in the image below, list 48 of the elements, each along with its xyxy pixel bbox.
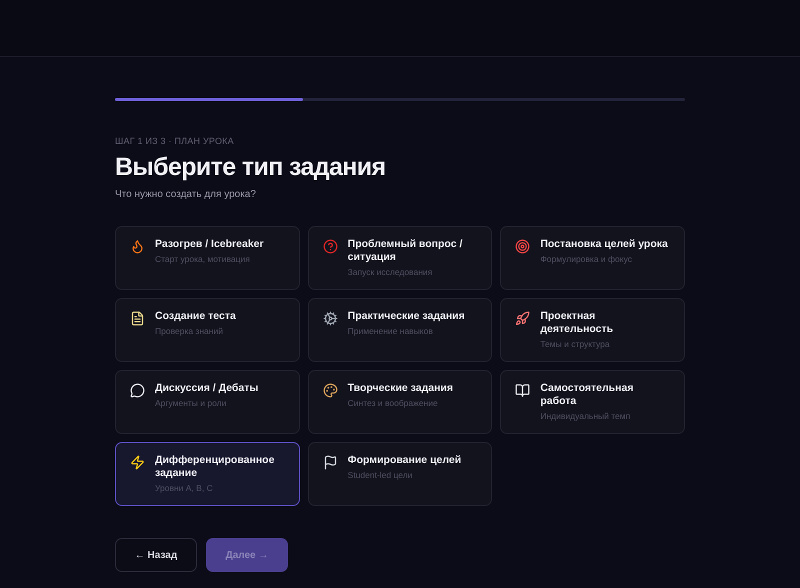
- card-title: Создание теста: [155, 310, 236, 323]
- card-title: Постановка целей урока: [540, 238, 668, 251]
- task-type-card[interactable]: Создание теста Проверка знаний: [115, 298, 300, 362]
- page-title: Выберите тип задания: [115, 155, 386, 180]
- gear-icon: [322, 311, 338, 326]
- card-description: Student-led цели: [348, 470, 414, 481]
- rocket-icon: [515, 311, 530, 326]
- step-label: ШАГ 1 ИЗ 3 · ПЛАН УРОКА: [115, 137, 235, 146]
- card-title: Формирование целей: [348, 454, 462, 467]
- card-title: Разогрев / Icebreaker: [155, 238, 264, 251]
- speech-bubble-icon: [130, 383, 145, 398]
- flag-icon: [322, 455, 338, 470]
- card-description: Применение навыков: [348, 326, 434, 337]
- card-title: Проектная деятельность: [540, 310, 614, 336]
- task-type-card[interactable]: Творческие задания Синтез и воображение: [308, 370, 492, 434]
- palette-icon: [322, 383, 338, 398]
- task-type-card[interactable]: Формирование целей Student-led цели: [308, 442, 492, 506]
- task-type-card[interactable]: Практические задания Применение навыков: [308, 298, 492, 362]
- document-icon: [130, 311, 145, 326]
- card-description: Проверка знаний: [155, 326, 224, 337]
- card-title: Практические задания: [348, 310, 465, 323]
- card-title: Дискуссия / Дебаты: [155, 382, 258, 395]
- flame-icon: [130, 239, 145, 254]
- task-type-card[interactable]: Дифференцированное задание Уровни A, B, C: [115, 442, 300, 506]
- card-title: Творческие задания: [348, 382, 454, 395]
- card-description: Синтез и воображение: [348, 398, 439, 409]
- card-description: Уровни A, B, C: [155, 483, 214, 494]
- task-type-card[interactable]: Дискуссия / Дебаты Аргументы и роли: [115, 370, 300, 434]
- card-description: Старт урока, мотивация: [155, 254, 251, 265]
- task-type-card[interactable]: Постановка целей урока Формулировка и фокус: [500, 226, 685, 290]
- card-description: Индивидуальный темп: [540, 411, 632, 422]
- card-title: Самостоятельная работа: [540, 382, 634, 408]
- task-type-card[interactable]: Проектная деятельность Темы и структура: [500, 298, 685, 362]
- card-description: Темы и структура: [540, 339, 611, 350]
- back-button[interactable]: ← Назад: [115, 538, 197, 572]
- task-type-card[interactable]: Проблемный вопрос / ситуация Запуск исследования: [308, 226, 492, 290]
- book-icon: [515, 383, 530, 398]
- page-subtitle: Что нужно создать для урока?: [115, 190, 257, 200]
- card-description: Запуск исследования: [348, 267, 434, 278]
- card-title: Дифференцированное задание: [155, 454, 276, 480]
- target-icon: [515, 239, 530, 254]
- task-type-card[interactable]: Самостоятельная работа Индивидуальный темп: [500, 370, 685, 434]
- lightning-icon: [130, 455, 145, 470]
- card-description: Аргументы и роли: [155, 398, 228, 409]
- card-description: Формулировка и фокус: [540, 254, 633, 265]
- card-title: Проблемный вопрос / ситуация: [348, 238, 464, 264]
- question-icon: [322, 239, 338, 254]
- task-type-card[interactable]: Разогрев / Icebreaker Старт урока, мотивация: [115, 226, 300, 290]
